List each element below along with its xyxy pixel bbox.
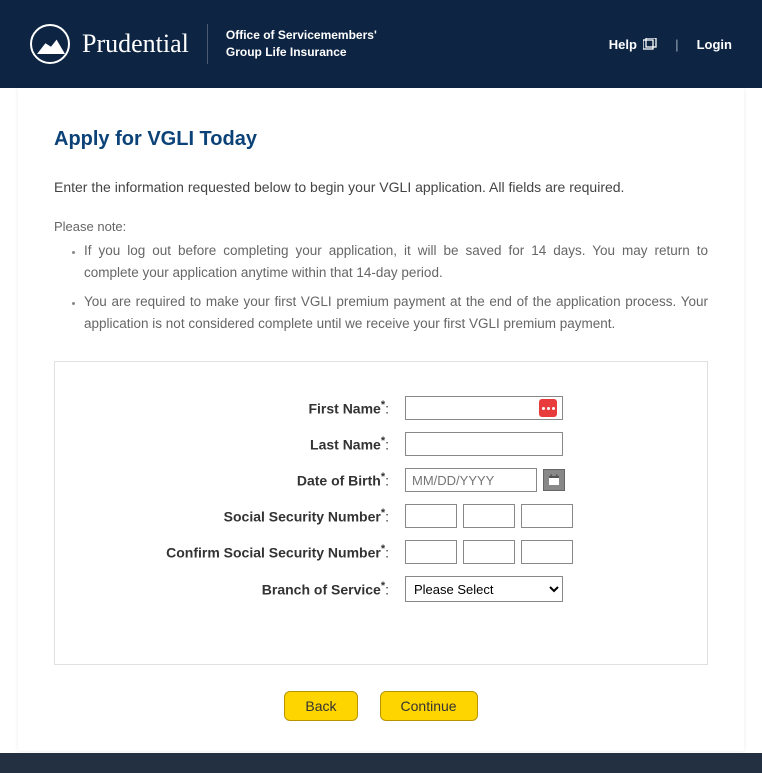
row-branch: Branch of Service*: Please Select bbox=[95, 576, 667, 602]
back-button[interactable]: Back bbox=[284, 691, 357, 721]
button-row: Back Continue bbox=[54, 691, 708, 721]
continue-button[interactable]: Continue bbox=[380, 691, 478, 721]
ssn-input-3[interactable] bbox=[521, 504, 573, 528]
ssn-confirm-input-3[interactable] bbox=[521, 540, 573, 564]
ssn-input-2[interactable] bbox=[463, 504, 515, 528]
calendar-button[interactable] bbox=[543, 469, 565, 491]
row-ssn: Social Security Number*: bbox=[95, 504, 667, 528]
brand-name: Prudential bbox=[82, 29, 189, 59]
autofill-icon[interactable] bbox=[539, 399, 557, 417]
row-dob: Date of Birth*: bbox=[95, 468, 667, 492]
ssn-confirm-input-1[interactable] bbox=[405, 540, 457, 564]
dob-input[interactable] bbox=[405, 468, 537, 492]
first-name-label: First Name*: bbox=[95, 399, 405, 417]
last-name-input[interactable] bbox=[405, 432, 563, 456]
main-content: Apply for VGLI Today Enter the informati… bbox=[18, 88, 744, 751]
app-header: Prudential Office of Servicemembers' Gro… bbox=[0, 0, 762, 88]
office-line1: Office of Servicemembers' bbox=[226, 27, 377, 44]
login-link[interactable]: Login bbox=[697, 37, 732, 52]
note-label: Please note: bbox=[54, 219, 708, 234]
last-name-label: Last Name*: bbox=[95, 435, 405, 453]
form-card: First Name*: Last Name*: Date of Birth*: bbox=[54, 361, 708, 665]
dob-label: Date of Birth*: bbox=[95, 471, 405, 489]
ssn-label: Social Security Number*: bbox=[95, 507, 405, 525]
row-last-name: Last Name*: bbox=[95, 432, 667, 456]
footer-bar bbox=[0, 753, 762, 773]
row-ssn-confirm: Confirm Social Security Number*: bbox=[95, 540, 667, 564]
header-divider bbox=[207, 24, 208, 64]
help-link[interactable]: Help bbox=[609, 37, 657, 52]
page-title: Apply for VGLI Today bbox=[54, 128, 708, 151]
office-title: Office of Servicemembers' Group Life Ins… bbox=[226, 27, 377, 61]
external-link-icon bbox=[643, 38, 657, 50]
intro-text: Enter the information requested below to… bbox=[54, 179, 708, 195]
prudential-rock-icon bbox=[30, 24, 70, 64]
branch-label: Branch of Service*: bbox=[95, 580, 405, 598]
calendar-icon bbox=[548, 474, 560, 486]
note-item: You are required to make your first VGLI… bbox=[84, 291, 708, 336]
ssn-input-1[interactable] bbox=[405, 504, 457, 528]
help-label: Help bbox=[609, 37, 637, 52]
notes-list: If you log out before completing your ap… bbox=[54, 240, 708, 335]
logo-area: Prudential bbox=[30, 24, 189, 64]
ssn-confirm-label: Confirm Social Security Number*: bbox=[95, 543, 405, 561]
header-separator: | bbox=[675, 37, 679, 52]
note-item: If you log out before completing your ap… bbox=[84, 240, 708, 285]
branch-select[interactable]: Please Select bbox=[405, 576, 563, 602]
ssn-confirm-input-2[interactable] bbox=[463, 540, 515, 564]
office-line2: Group Life Insurance bbox=[226, 44, 377, 61]
header-right: Help | Login bbox=[609, 37, 732, 52]
row-first-name: First Name*: bbox=[95, 396, 667, 420]
